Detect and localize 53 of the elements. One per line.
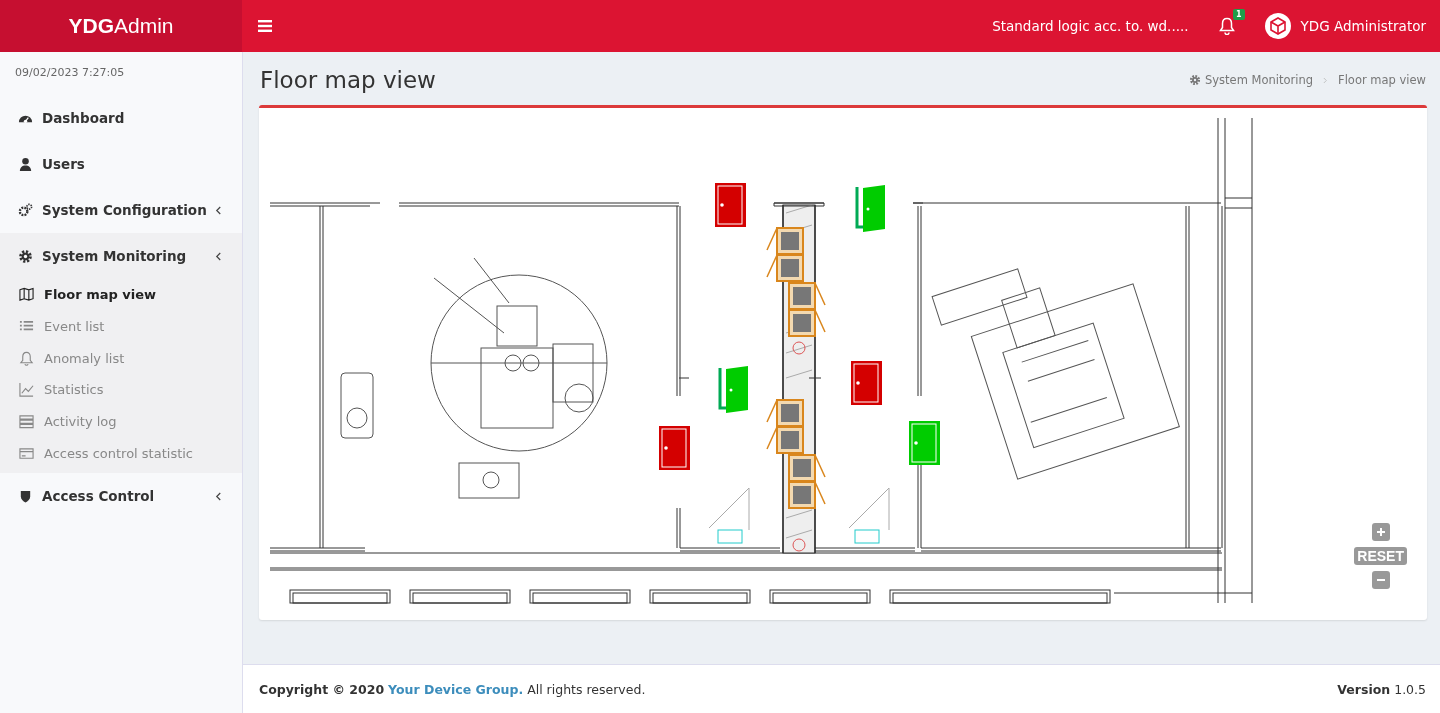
zoom-in-button[interactable] (1371, 523, 1390, 541)
notification-badge: 1 (1233, 9, 1245, 20)
copyright-text: Copyright © 2020 Your Device Group. All rights reserved. (259, 681, 646, 697)
door-icon[interactable] (715, 183, 746, 227)
cabinet-icon (766, 227, 804, 255)
server-icon (19, 414, 34, 430)
nav-item[interactable]: Access Control (0, 473, 242, 520)
cabinet-icon (766, 254, 804, 282)
menu-icon[interactable] (258, 20, 272, 32)
gear-icon (18, 248, 33, 264)
gear-icon (1189, 74, 1201, 86)
submenu-item[interactable]: Floor map view (0, 279, 242, 311)
version-text: Version 1.0.5 (1337, 681, 1426, 697)
nav-item[interactable]: System Monitoring (0, 233, 242, 279)
map-icon (19, 287, 34, 303)
breadcrumb-item: Floor map view (1338, 73, 1426, 87)
cabinet-icon (766, 399, 804, 427)
submenu-item[interactable]: Event list (0, 310, 242, 343)
bell-icon (19, 350, 34, 366)
door-icon[interactable] (851, 361, 882, 405)
page-title: Floor map view (260, 67, 437, 93)
datetime-text: 09/02/2023 7:27:05 (14, 65, 126, 81)
user-name[interactable]: YDG Administrator (1300, 18, 1426, 34)
user-icon (18, 156, 33, 172)
zoom-out-button[interactable] (1371, 571, 1390, 589)
cube-logo-icon (1264, 13, 1291, 39)
company-link[interactable]: Your Device Group. (388, 681, 524, 697)
submenu-item[interactable]: Anomaly list (0, 342, 242, 375)
gears-icon (18, 202, 33, 218)
chart-icon (19, 382, 34, 398)
nav-item[interactable]: Users (0, 141, 242, 187)
cabinet-icon (788, 309, 826, 337)
nav-item[interactable]: Dashboard (0, 95, 242, 141)
chevron-icon (1323, 76, 1329, 84)
submenu-item[interactable]: Access control statistic (0, 437, 242, 470)
door-icon[interactable] (718, 366, 748, 413)
cabinet-icon (788, 282, 826, 310)
status-text[interactable]: Standard logic acc. to. wd..... (992, 18, 1189, 34)
door-icon[interactable] (659, 426, 690, 470)
card-icon (19, 445, 34, 461)
cabinet-icon (788, 481, 826, 509)
submenu-item[interactable]: Statistics (0, 374, 242, 406)
cabinet-icon (766, 426, 804, 454)
brand-logo[interactable]: YDGAdmin (0, 0, 242, 52)
door-icon[interactable] (855, 185, 885, 232)
bell-icon[interactable] (1218, 17, 1235, 35)
cabinet-icon (788, 454, 826, 482)
reset-button[interactable]: RESET (1354, 547, 1407, 565)
submenu-item[interactable]: Activity log (0, 405, 242, 438)
shield-icon (18, 488, 33, 504)
nav-item[interactable]: System Configuration (0, 187, 242, 233)
breadcrumb-item[interactable]: System Monitoring (1205, 73, 1314, 87)
plus-icon (1375, 527, 1386, 537)
